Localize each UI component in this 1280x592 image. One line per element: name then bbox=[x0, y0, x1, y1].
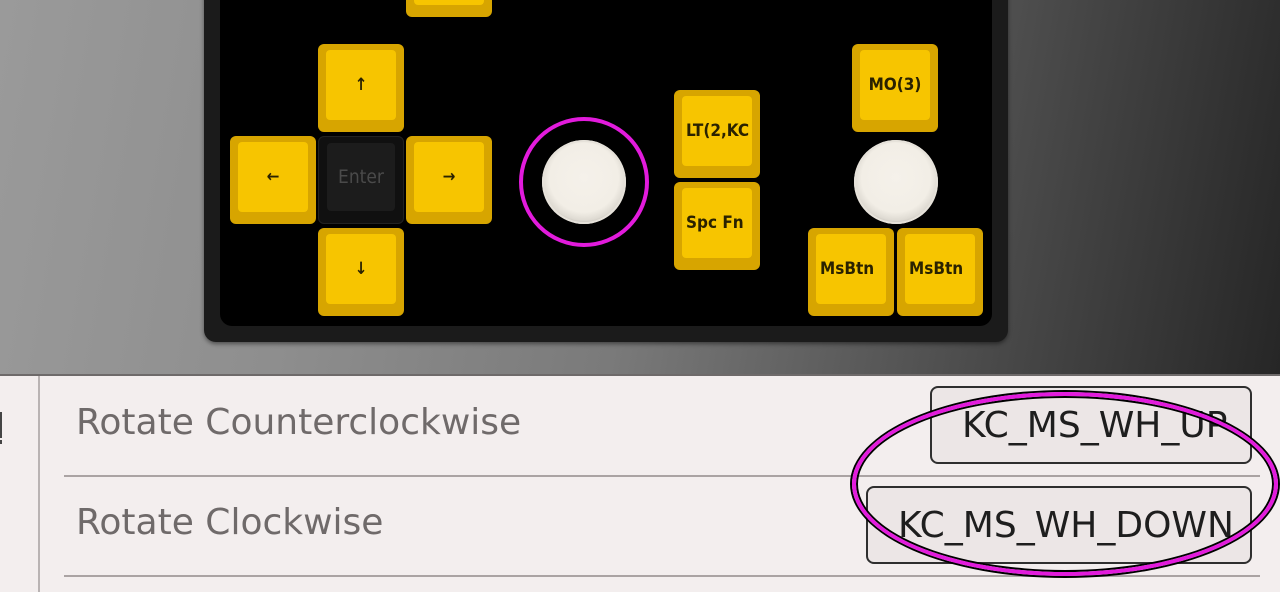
key-top-partial[interactable] bbox=[406, 0, 492, 17]
encoder-right[interactable] bbox=[854, 140, 938, 224]
left-arrow-icon: ← bbox=[238, 142, 308, 212]
rotate-ccw-label: Rotate Counterclockwise bbox=[76, 402, 522, 443]
down-arrow-icon: ↓ bbox=[326, 234, 396, 304]
key-left-arrow[interactable]: ← bbox=[230, 136, 316, 224]
key-enter-label: Enter bbox=[327, 143, 395, 211]
key-mo3[interactable]: MO(3) bbox=[852, 44, 938, 132]
up-arrow-icon: ↑ bbox=[326, 50, 396, 120]
key-space-fn[interactable]: Spc Fn bbox=[674, 182, 760, 270]
key-up-arrow[interactable]: ↑ bbox=[318, 44, 404, 132]
key-layer-tap-label: LT(2,KC bbox=[682, 96, 752, 166]
key-mo3-label: MO(3) bbox=[860, 50, 930, 120]
encoder-settings-panel: Rotate Counterclockwise KC_MS_WH_UP Rota… bbox=[0, 376, 1280, 592]
rotate-cw-label: Rotate Clockwise bbox=[76, 502, 384, 543]
key-enter[interactable]: Enter bbox=[318, 136, 404, 224]
right-arrow-icon: → bbox=[414, 142, 484, 212]
key-space-fn-label: Spc Fn bbox=[682, 188, 752, 258]
key-mouse-button-1-label: MsBtn bbox=[816, 234, 886, 304]
panel-divider bbox=[38, 376, 40, 592]
key-layer-tap[interactable]: LT(2,KC bbox=[674, 90, 760, 178]
key-down-arrow[interactable]: ↓ bbox=[318, 228, 404, 316]
key-mouse-button-2[interactable]: MsBtn bbox=[897, 228, 983, 316]
key-mouse-button-1[interactable]: MsBtn bbox=[808, 228, 894, 316]
key-mouse-button-2-label: MsBtn bbox=[905, 234, 975, 304]
encoder-highlight-ring bbox=[519, 117, 649, 247]
edge-fragment bbox=[0, 412, 6, 444]
values-highlight-ellipse bbox=[852, 392, 1278, 576]
key-right-arrow[interactable]: → bbox=[406, 136, 492, 224]
keyboard-preview-area: ↑ ← Enter → ↓ LT(2,KC Spc Fn MO(3) MsBtn… bbox=[0, 0, 1280, 376]
